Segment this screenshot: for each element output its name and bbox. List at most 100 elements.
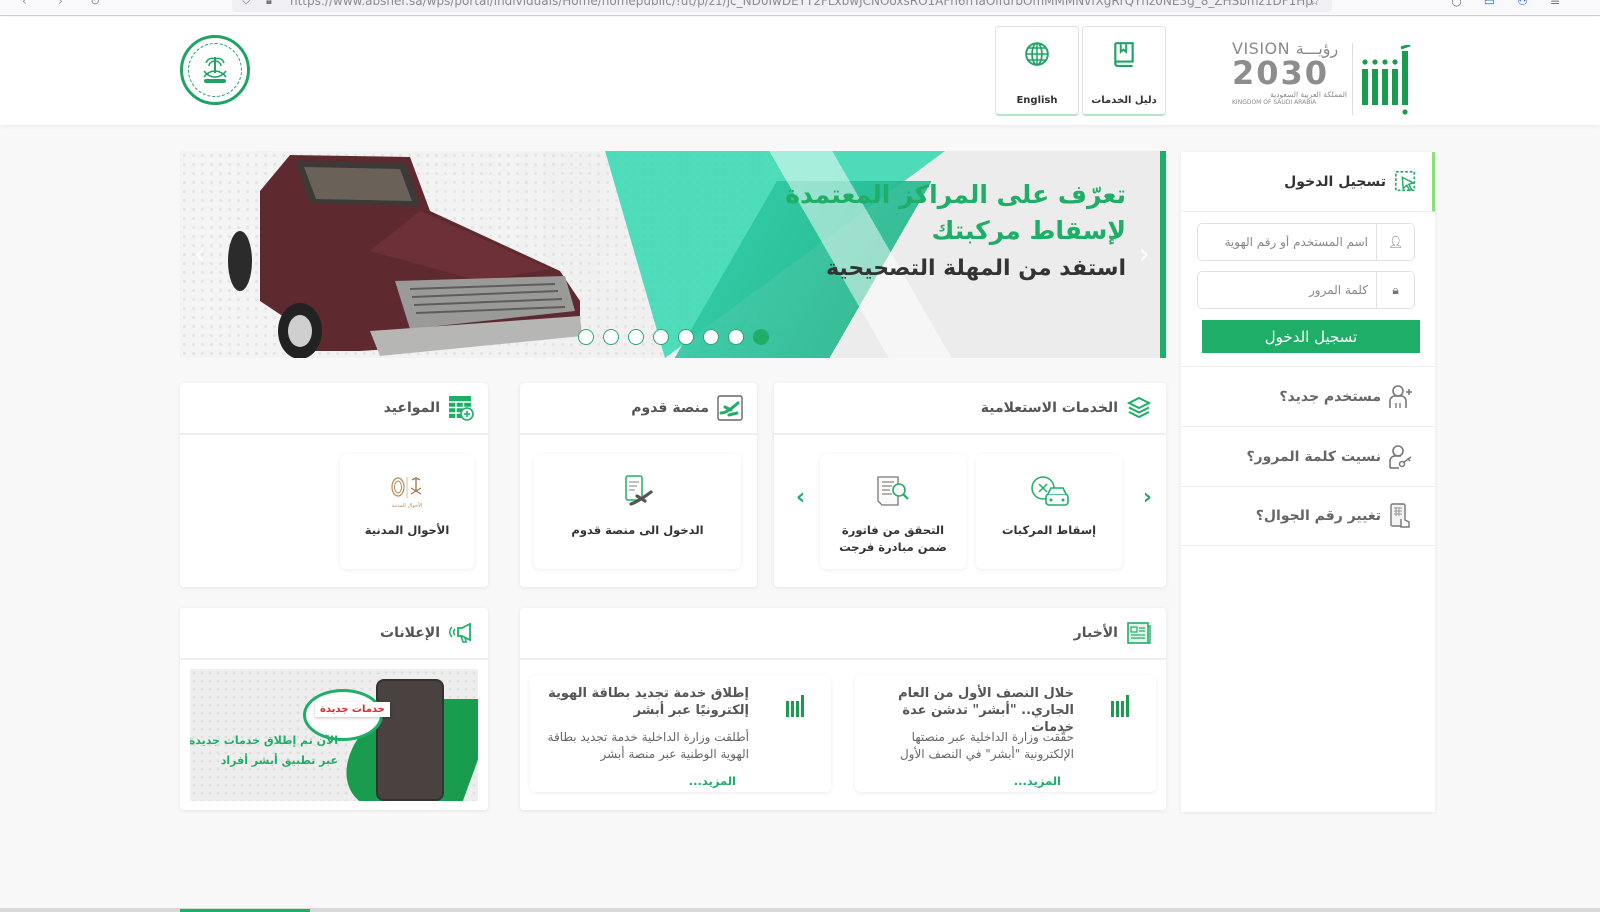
banner-next-arrow-icon[interactable]: › — [1139, 237, 1150, 270]
absher-news-logo — [786, 695, 804, 717]
arrival-platform-card: منصة قدوم الدخول الى منصة قدوم — [520, 383, 757, 587]
service-label: التحقق من فاتورة ضمن مبادرة فرجت — [839, 523, 947, 554]
menu-icon[interactable]: ≡ — [1550, 0, 1560, 8]
news-title: الأخبار — [1073, 625, 1118, 641]
news-card: الأخبار خلال النصف الأول من العام الجاري… — [520, 608, 1166, 810]
plane-arrival-icon — [717, 395, 743, 421]
mobile-touch-icon — [1390, 503, 1410, 528]
banner-dot[interactable] — [603, 329, 619, 345]
absher-logo[interactable] — [1358, 45, 1414, 117]
english-language-button[interactable]: English — [995, 26, 1079, 116]
newspaper-icon — [1127, 622, 1151, 644]
password-input[interactable] — [1198, 272, 1376, 308]
extensions-icon[interactable]: ○ — [1451, 0, 1461, 8]
globe-icon — [1025, 42, 1049, 66]
english-label: English — [1016, 95, 1058, 106]
car-remove-icon — [1031, 476, 1069, 506]
username-field[interactable]: 👤︎ — [1197, 223, 1415, 261]
banner-line-1: تعرّف على المراكز المعتمدة — [785, 180, 1126, 209]
username-input[interactable] — [1198, 224, 1376, 260]
back-icon[interactable]: ‹ — [22, 0, 27, 8]
forgot-password-label: نسيت كلمة المرور؟ — [1246, 448, 1381, 465]
ministry-of-interior-logo[interactable] — [180, 35, 250, 105]
user-plus-icon — [1389, 384, 1412, 408]
banner-dot[interactable] — [678, 329, 694, 345]
banner-dot[interactable] — [653, 329, 669, 345]
services-prev-arrow-icon[interactable]: ‹ — [796, 485, 805, 510]
vision-year: 2030 — [1232, 54, 1330, 92]
service-label: الدخول الى منصة قدوم — [571, 523, 704, 537]
vision-2030-logo: VISION رؤيـــة 2030 المملكة العربية السع… — [1232, 39, 1347, 109]
announcement-line-2: عبر تطبيق أبشر أفراد — [220, 754, 338, 767]
announcement-line-1: الآن تم إطلاق خدمات جديدة — [190, 734, 338, 747]
login-submit-button[interactable]: تسجيل الدخول — [1202, 320, 1420, 353]
absher-news-logo — [1111, 695, 1129, 717]
announcements-title: الإعلانات — [380, 625, 440, 641]
services-guide-button[interactable]: دليل الخدمات — [1082, 26, 1166, 116]
service-tile-civil-affairs[interactable]: الأحوال المدنية الأحوال المدنية — [340, 454, 474, 569]
news-item-title[interactable]: إطلاق خدمة تجديد بطاقة الهوية إلكترونيًا… — [544, 685, 749, 719]
arrival-checklist-icon — [624, 475, 653, 506]
layers-icon — [1126, 396, 1152, 419]
reload-icon[interactable]: ↻ — [90, 0, 100, 8]
lock-icon: 🔒︎ — [1376, 272, 1414, 308]
news-item[interactable]: إطلاق خدمة تجديد بطاقة الهوية إلكترونيًا… — [530, 675, 831, 792]
service-tile-arrival-login[interactable]: الدخول الى منصة قدوم — [534, 454, 741, 569]
banner-dot[interactable] — [628, 329, 644, 345]
inquiry-services-title: الخدمات الاستعلامية — [980, 400, 1118, 416]
change-mobile-link[interactable]: تغيير رقم الجوال؟ — [1181, 486, 1435, 546]
address-bar[interactable]: ⛉ 🔒︎ https://www.absher.sa/wps/portal/in… — [232, 0, 1332, 12]
banner-prev-arrow-icon[interactable]: ‹ — [194, 237, 205, 270]
service-label: الأحوال المدنية — [364, 523, 450, 537]
banner-carousel[interactable]: تعرّف على المراكز المعتمدة لإسقاط مركبتك… — [180, 151, 1166, 358]
civil-affairs-logo: الأحوال المدنية — [391, 477, 423, 509]
phone-mockup — [376, 679, 444, 801]
shield-icon[interactable]: ⛉ — [242, 0, 250, 8]
news-more-link[interactable]: المزيد... — [1014, 774, 1061, 788]
vision-english-country: KINGDOM OF SAUDI ARABIA — [1232, 99, 1317, 106]
announcement-text: الآن تم إطلاق خدمات جديدة عبر تطبيق أبشر… — [190, 731, 338, 771]
user-icon: 👤︎ — [1376, 224, 1414, 260]
new-user-link[interactable]: مستخدم جديد؟ — [1181, 366, 1435, 426]
change-mobile-label: تغيير رقم الجوال؟ — [1255, 508, 1381, 524]
inquiry-services-card: الخدمات الاستعلامية › ‹ إسقاط المركبات ا… — [774, 383, 1166, 587]
container-icon[interactable]: ▭ — [1484, 0, 1495, 8]
forward-icon[interactable]: › — [58, 0, 63, 8]
news-more-link[interactable]: المزيد... — [689, 774, 736, 788]
service-tile-vehicle-drop[interactable]: إسقاط المركبات — [976, 454, 1122, 569]
forgot-password-link[interactable]: نسيت كلمة المرور؟ — [1181, 426, 1435, 486]
banner-dot[interactable] — [578, 329, 594, 345]
announcements-card: الإعلانات خدمات جديدة الآن تم إطلاق خدما… — [180, 608, 488, 810]
banner-dot[interactable] — [728, 329, 744, 345]
service-label: إسقاط المركبات — [1001, 523, 1097, 537]
account-icon[interactable]: ⚇ — [1517, 0, 1528, 8]
cursor-select-icon — [1395, 170, 1416, 191]
civil-affairs-logo-caption: الأحوال المدنية — [392, 502, 423, 509]
url-text[interactable]: https://www.absher.sa/wps/portal/individ… — [290, 0, 1313, 8]
arrival-platform-title: منصة قدوم — [631, 400, 709, 416]
services-next-arrow-icon[interactable]: › — [1143, 485, 1152, 510]
news-item[interactable]: خلال النصف الأول من العام الجاري.. "أبشر… — [855, 675, 1156, 792]
bookmark-star-icon[interactable]: ☆ — [1309, 0, 1320, 8]
banner-line-3: استفد من المهلة التصحيحية — [826, 256, 1126, 281]
lock-icon[interactable]: 🔒︎ — [266, 0, 272, 8]
logo-divider — [1352, 43, 1353, 115]
appointments-card: المواعيد الأحوال المدنية الأحوال المدنية — [180, 383, 488, 587]
service-tile-invoice-check[interactable]: التحقق من فاتورة ضمن مبادرة فرجت — [820, 454, 966, 569]
banner-line-2: لإسقاط مركبتك — [931, 216, 1126, 245]
banner-headline: تعرّف على المراكز المعتمدة لإسقاط مركبتك… — [785, 177, 1126, 289]
banner-dot-active[interactable] — [753, 329, 769, 345]
site-header: English دليل الخدمات VISION رؤيـــة 2030… — [0, 17, 1600, 125]
banner-green-edge — [1160, 151, 1166, 358]
announcement-banner[interactable]: خدمات جديدة الآن تم إطلاق خدمات جديدة عب… — [190, 669, 478, 801]
password-field[interactable]: 🔒︎ — [1197, 271, 1415, 309]
old-car-image — [228, 155, 582, 358]
appointments-title: المواعيد — [383, 400, 440, 416]
user-key-icon — [1389, 444, 1412, 469]
new-services-badge: خدمات جديدة — [315, 702, 390, 717]
new-user-label: مستخدم جديد؟ — [1279, 388, 1381, 405]
news-item-body: حقّقت وزارة الداخلية عبر منصتها الإلكترو… — [899, 730, 1074, 761]
browser-toolbar: ‹ › ↻ ⛉ 🔒︎ https://www.absher.sa/wps/por… — [0, 0, 1600, 16]
banner-dot[interactable] — [703, 329, 719, 345]
news-item-body: أطلقت وزارة الداخلية خدمة تجديد بطاقة ال… — [547, 730, 749, 761]
